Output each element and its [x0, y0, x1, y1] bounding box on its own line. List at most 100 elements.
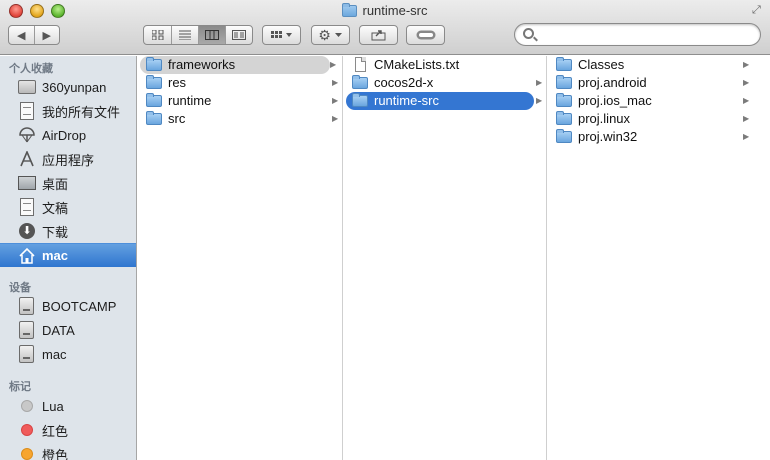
sidebar-item-tag-orange[interactable]: 橙色: [0, 442, 136, 460]
list-item-classes[interactable]: Classes ▶: [550, 56, 755, 74]
item-name: cocos2d-x: [374, 75, 434, 90]
list-item-proj-win32[interactable]: proj.win32 ▶: [550, 128, 755, 146]
sidebar-item-label: 红色: [42, 423, 69, 439]
item-name: Classes: [578, 57, 625, 72]
list-view-icon: [179, 30, 191, 40]
sidebar-item-mac-drive[interactable]: mac: [0, 342, 136, 366]
item-name: proj.win32: [578, 129, 638, 144]
tag-orange-icon: [21, 448, 33, 460]
folder-icon: [556, 111, 572, 125]
sidebar-item-label: 360yunpan: [42, 79, 107, 95]
list-item-cocos2d-x[interactable]: cocos2d-x ▶: [346, 74, 544, 92]
disclosure-arrow-icon: ▶: [743, 132, 750, 141]
sidebar-header-devices: 设备: [9, 282, 31, 294]
disclosure-arrow-icon: ▶: [536, 96, 543, 105]
sidebar-item-label: 应用程序: [42, 152, 95, 168]
item-name: CMakeLists.txt: [374, 57, 460, 72]
home-icon: [19, 247, 35, 264]
cover-flow-icon: [232, 30, 246, 40]
item-name: res: [168, 75, 187, 90]
search-icon: [523, 28, 534, 39]
sidebar-item-all-files[interactable]: 我的所有文件: [0, 99, 136, 123]
sidebar-item-360yunpan[interactable]: 360yunpan: [0, 75, 136, 99]
sidebar-item-label: 文稿: [42, 200, 69, 216]
sidebar-item-airdrop[interactable]: AirDrop: [0, 123, 136, 147]
sidebar-item-desktop[interactable]: 桌面: [0, 171, 136, 195]
item-name: proj.ios_mac: [578, 93, 652, 108]
list-view-button[interactable]: [172, 26, 199, 44]
folder-icon: [556, 75, 572, 89]
list-item-cmakelists[interactable]: CMakeLists.txt: [346, 56, 544, 74]
documents-icon: [20, 198, 34, 216]
column-view-icon: [205, 30, 219, 40]
cover-flow-button[interactable]: [226, 26, 252, 44]
sidebar-item-tag-lua[interactable]: Lua: [0, 394, 136, 418]
list-item-frameworks[interactable]: frameworks: [140, 56, 330, 74]
list-item-src[interactable]: src ▶: [140, 110, 340, 128]
sidebar-item-label: mac: [42, 346, 67, 362]
tag-button[interactable]: [406, 25, 445, 45]
action-button[interactable]: ⚙: [311, 25, 350, 45]
tag-red-icon: [21, 424, 33, 436]
gear-icon: ⚙: [318, 26, 331, 43]
tag-gray-icon: [21, 400, 33, 412]
sidebar-item-label: DATA: [42, 322, 75, 338]
sidebar-item-downloads[interactable]: ⬇ 下载: [0, 219, 136, 243]
item-name: proj.android: [578, 75, 647, 90]
sidebar-item-home-mac[interactable]: mac: [0, 243, 136, 267]
sidebar-header-tags: 标记: [9, 381, 31, 393]
sidebar: 个人收藏 360yunpan 我的所有文件 AirDrop 应用程序 桌面 文稿…: [0, 56, 137, 460]
text-file-icon: [355, 57, 366, 72]
browser-column-3: Classes ▶ proj.android ▶ proj.ios_mac ▶ …: [548, 56, 770, 460]
list-item-proj-android[interactable]: proj.android ▶: [550, 74, 755, 92]
share-icon: [371, 30, 385, 41]
sidebar-item-data[interactable]: DATA: [0, 318, 136, 342]
disclosure-arrow-icon: ▶: [743, 60, 750, 69]
sidebar-item-applications[interactable]: 应用程序: [0, 147, 136, 171]
folder-icon: [352, 93, 368, 107]
arrange-button[interactable]: [262, 25, 301, 45]
search-input[interactable]: [539, 26, 754, 43]
back-button[interactable]: ◀: [9, 26, 35, 44]
chevron-down-icon: [334, 33, 342, 37]
icon-view-button[interactable]: [144, 26, 172, 44]
fullscreen-icon[interactable]: ⤢: [752, 4, 764, 16]
item-name: proj.linux: [578, 111, 631, 126]
folder-icon: [342, 2, 358, 17]
disclosure-arrow-icon: ▶: [332, 78, 339, 87]
disclosure-arrow-icon: ▶: [743, 114, 750, 123]
list-item-proj-linux[interactable]: proj.linux ▶: [550, 110, 755, 128]
folder-icon: [146, 57, 162, 71]
forward-button[interactable]: ▶: [35, 26, 60, 44]
folder-icon: [556, 57, 572, 71]
browser-column-1: frameworks ▶ res ▶ runtime ▶ src ▶: [138, 56, 343, 460]
sidebar-item-label: 桌面: [42, 176, 69, 192]
disclosure-arrow-icon: ▶: [332, 114, 339, 123]
desktop-icon: [18, 176, 36, 190]
downloads-icon: ⬇: [19, 223, 35, 239]
column-view-button[interactable]: [199, 26, 226, 44]
title-bar: runtime-src ⤢ ◀ ▶ ⚙: [0, 0, 770, 55]
disclosure-arrow-icon: ▶: [332, 96, 339, 105]
share-button[interactable]: [359, 25, 398, 45]
list-item-res[interactable]: res ▶: [140, 74, 340, 92]
sidebar-header-favorites: 个人收藏: [9, 63, 53, 75]
list-item-runtime[interactable]: runtime ▶: [140, 92, 340, 110]
list-item-runtime-src[interactable]: runtime-src: [346, 92, 534, 110]
folder-icon: [556, 93, 572, 107]
item-name: src: [168, 111, 186, 126]
sidebar-item-bootcamp[interactable]: BOOTCAMP: [0, 294, 136, 318]
sidebar-item-tag-red[interactable]: 红色: [0, 418, 136, 442]
drive-icon: [19, 321, 34, 339]
item-name: runtime: [168, 93, 212, 108]
icon-view-icon: [151, 30, 163, 40]
sidebar-item-documents[interactable]: 文稿: [0, 195, 136, 219]
folder-icon: [146, 111, 162, 125]
folder-icon: [146, 93, 162, 107]
sidebar-item-label: Lua: [42, 398, 64, 414]
tag-toggle-icon: [416, 30, 435, 40]
sidebar-item-label: BOOTCAMP: [42, 298, 117, 314]
list-item-proj-ios-mac[interactable]: proj.ios_mac ▶: [550, 92, 755, 110]
disclosure-arrow-icon: ▶: [743, 96, 750, 105]
search-field[interactable]: [514, 23, 761, 46]
